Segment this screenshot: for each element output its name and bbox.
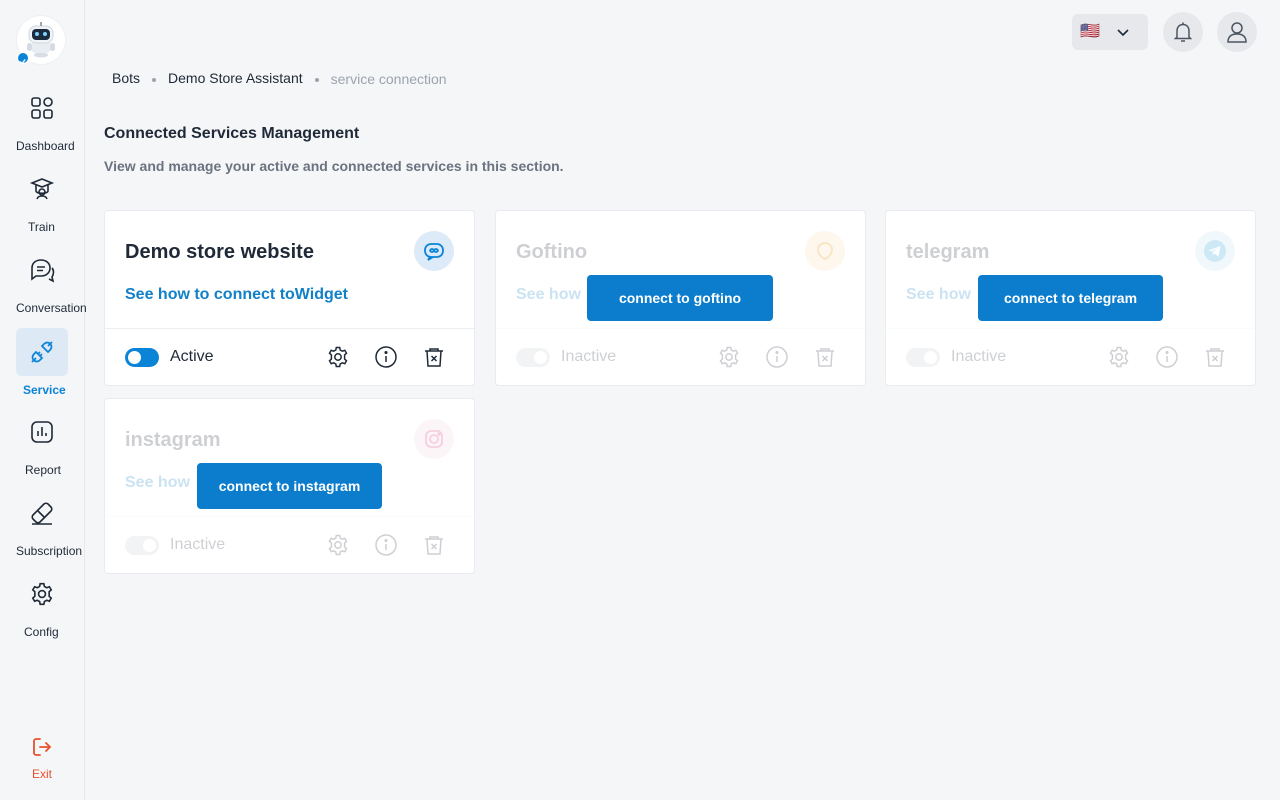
- sidebar-item-label: Dashboard: [16, 139, 75, 153]
- settings-button: [1105, 343, 1133, 371]
- how-to-connect-link: See how: [516, 286, 581, 303]
- how-to-connect-link: See how: [906, 286, 971, 303]
- sidebar-item-conversation[interactable]: Conversation: [0, 246, 87, 315]
- how-to-connect-link[interactable]: See how to connect toWidget: [125, 286, 348, 304]
- gear-icon: [1109, 346, 1129, 368]
- chevron-down-icon: [1117, 29, 1129, 37]
- delete-button[interactable]: [420, 343, 448, 371]
- info-button: [1153, 343, 1181, 371]
- robot-icon: [27, 22, 55, 58]
- settings-button[interactable]: [324, 343, 352, 371]
- sidebar-item-subscription[interactable]: Subscription: [0, 489, 85, 558]
- widget-icon: [414, 231, 454, 271]
- goftino-icon: [805, 231, 845, 271]
- breadcrumb-current: service connection: [330, 71, 447, 87]
- info-button: [372, 531, 400, 559]
- exit-button[interactable]: Exit: [0, 734, 85, 781]
- service-name: instagram: [125, 429, 221, 451]
- user-profile-button[interactable]: [1217, 12, 1257, 52]
- conversation-icon: [31, 259, 55, 283]
- service-toggle: [125, 536, 159, 555]
- logout-icon: [33, 738, 52, 756]
- breadcrumb-separator: [152, 77, 157, 82]
- verified-badge-icon: [17, 52, 29, 65]
- delete-button: [420, 531, 448, 559]
- info-icon: [1156, 346, 1178, 368]
- instagram-icon: [414, 419, 454, 459]
- breadcrumb-separator: [314, 77, 319, 82]
- gear-icon: [328, 534, 348, 556]
- service-status: Active: [170, 348, 214, 365]
- info-icon: [375, 534, 397, 556]
- report-icon: [31, 421, 53, 443]
- service-status: Inactive: [951, 348, 1007, 365]
- how-to-connect-link: See how: [125, 474, 190, 491]
- sidebar-item-config[interactable]: Config: [0, 570, 85, 639]
- page-title: Connected Services Management: [104, 125, 360, 142]
- connect-goftino-button[interactable]: connect to goftino: [587, 275, 773, 321]
- breadcrumb-bot-name[interactable]: Demo Store Assistant: [168, 70, 303, 86]
- us-flag-icon: 🇺🇸: [1080, 23, 1100, 40]
- info-icon: [375, 346, 397, 368]
- page-subtitle: View and manage your active and connecte…: [104, 158, 564, 174]
- user-icon: [1227, 22, 1247, 43]
- language-selector[interactable]: 🇺🇸: [1072, 14, 1148, 50]
- telegram-icon: [1195, 231, 1235, 271]
- info-icon: [766, 346, 788, 368]
- service-card-widget: Demo store website See how to connect to…: [104, 210, 475, 386]
- bell-icon: [1173, 22, 1193, 42]
- subscription-icon: [31, 502, 53, 525]
- sidebar-item-label: Service: [23, 383, 66, 397]
- service-toggle[interactable]: [125, 348, 159, 367]
- sidebar-item-train[interactable]: Train: [0, 165, 85, 234]
- service-status: Inactive: [561, 348, 617, 365]
- service-status: Inactive: [170, 536, 226, 553]
- bot-avatar[interactable]: [17, 16, 65, 65]
- trash-icon: [425, 536, 443, 555]
- train-icon: [29, 178, 55, 200]
- notifications-button[interactable]: [1163, 12, 1203, 52]
- breadcrumb-bots[interactable]: Bots: [112, 70, 140, 86]
- info-button[interactable]: [372, 343, 400, 371]
- trash-icon: [816, 348, 834, 367]
- trash-icon: [425, 348, 443, 367]
- service-name: telegram: [906, 241, 990, 263]
- service-icon: [31, 341, 53, 363]
- delete-button: [811, 343, 839, 371]
- connect-instagram-button[interactable]: connect to instagram: [197, 463, 382, 509]
- sidebar: Dashboard Train Conversation Service Rep…: [0, 0, 87, 800]
- gear-icon: [719, 346, 739, 368]
- sidebar-item-label: Train: [28, 220, 55, 234]
- sidebar-item-label: Conversation: [16, 301, 87, 315]
- exit-label: Exit: [32, 767, 53, 781]
- dashboard-icon: [31, 97, 53, 119]
- service-name: Goftino: [516, 241, 588, 263]
- service-toggle: [906, 348, 940, 367]
- delete-button: [1201, 343, 1229, 371]
- sidebar-item-label: Subscription: [16, 544, 83, 558]
- trash-icon: [1206, 348, 1224, 367]
- breadcrumb: Bots Demo Store Assistant service connec…: [112, 68, 447, 88]
- info-button: [763, 343, 791, 371]
- sidebar-item-label: Report: [25, 463, 62, 477]
- sidebar-item-report[interactable]: Report: [0, 408, 85, 477]
- connect-telegram-button[interactable]: connect to telegram: [978, 275, 1163, 321]
- sidebar-item-dashboard[interactable]: Dashboard: [0, 84, 85, 153]
- gear-icon: [31, 582, 53, 606]
- sidebar-item-label: Config: [24, 625, 59, 639]
- service-toggle: [516, 348, 550, 367]
- settings-button: [715, 343, 743, 371]
- service-name: Demo store website: [125, 241, 314, 263]
- settings-button: [324, 531, 352, 559]
- gear-icon: [328, 346, 348, 368]
- sidebar-item-service[interactable]: Service: [0, 328, 85, 397]
